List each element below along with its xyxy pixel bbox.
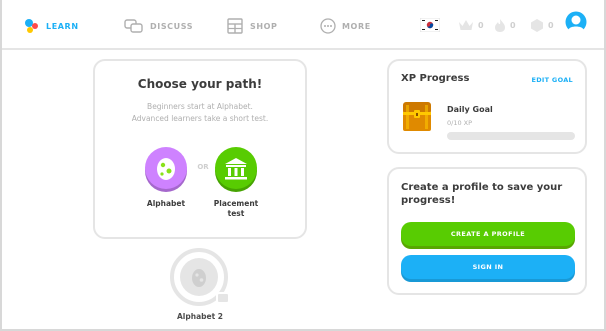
nav-shop-label: SHOP (250, 21, 278, 31)
choose-path-card: Choose your path! Beginners start at Alp… (93, 59, 307, 239)
alphabet-2-skill[interactable] (170, 248, 230, 306)
egg-icon (157, 158, 175, 180)
discuss-icon (124, 19, 143, 33)
sign-in-button[interactable]: SIGN IN (401, 255, 575, 279)
nav-shop[interactable]: SHOP (226, 17, 278, 35)
xp-progress-title: XP Progress (401, 73, 470, 84)
crown-icon (459, 20, 473, 30)
path-description: Beginners start at Alphabet. Advanced le… (95, 101, 305, 125)
gems-counter[interactable]: 0 (530, 17, 554, 33)
nav-discuss[interactable]: DISCUSS (124, 17, 193, 35)
alphabet-2-label: Alphabet 2 (176, 312, 223, 321)
nav-learn[interactable]: LEARN (24, 17, 79, 35)
flame-icon (495, 18, 505, 32)
path-title: Choose your path! (137, 77, 263, 91)
gem-icon (531, 18, 543, 32)
edit-goal-link[interactable]: EDIT GOAL (531, 76, 573, 84)
streak-counter[interactable]: 0 (494, 17, 516, 33)
nav-more[interactable]: MORE (320, 17, 371, 35)
nav-learn-label: LEARN (46, 21, 79, 31)
daily-goal-progress-text: 0/10 XP (447, 119, 473, 127)
more-icon (320, 18, 336, 34)
path-desc-line1: Beginners start at Alphabet. (147, 102, 253, 111)
path-desc-line2: Advanced learners take a short test. (131, 114, 269, 123)
alphabet-2-skill-circle (180, 258, 218, 296)
avatar-icon (565, 11, 587, 33)
daily-goal-title: Daily Goal (447, 105, 493, 114)
treasure-chest-icon (403, 102, 431, 131)
skill-crown-badge (216, 292, 230, 304)
profile-avatar-button[interactable] (565, 11, 587, 33)
institution-icon (225, 158, 247, 180)
create-profile-title: Create a profile to save your progress! (401, 182, 563, 206)
korean-flag-icon (420, 18, 440, 32)
placement-test-label-line1: Placement (213, 199, 259, 208)
learn-icon (25, 19, 38, 33)
create-profile-button[interactable]: CREATE A PROFILE (401, 222, 575, 246)
top-nav-bar: LEARN DISCUSS SHOP MORE 0 0 0 (2, 0, 604, 50)
placement-test-label-line2: test (227, 209, 245, 218)
gems-count: 0 (548, 20, 554, 30)
locked-egg-icon (192, 269, 206, 287)
nav-more-label: MORE (342, 21, 371, 31)
daily-goal-progress-bar (447, 132, 575, 140)
or-divider: OR (197, 163, 209, 171)
placement-test-label: Placement test (201, 199, 271, 219)
shop-icon (227, 18, 243, 34)
alphabet-option-button[interactable] (145, 147, 187, 189)
nav-discuss-label: DISCUSS (150, 21, 194, 31)
crowns-count: 0 (478, 20, 484, 30)
language-flag-button[interactable] (420, 17, 440, 33)
streak-count: 0 (510, 20, 516, 30)
placement-test-option-button[interactable] (215, 147, 257, 189)
crowns-counter[interactable]: 0 (458, 17, 484, 33)
xp-progress-card: XP Progress EDIT GOAL Daily Goal 0/10 XP (387, 59, 587, 154)
alphabet-option-label: Alphabet (146, 199, 186, 208)
create-profile-card: Create a profile to save your progress! … (387, 167, 587, 295)
